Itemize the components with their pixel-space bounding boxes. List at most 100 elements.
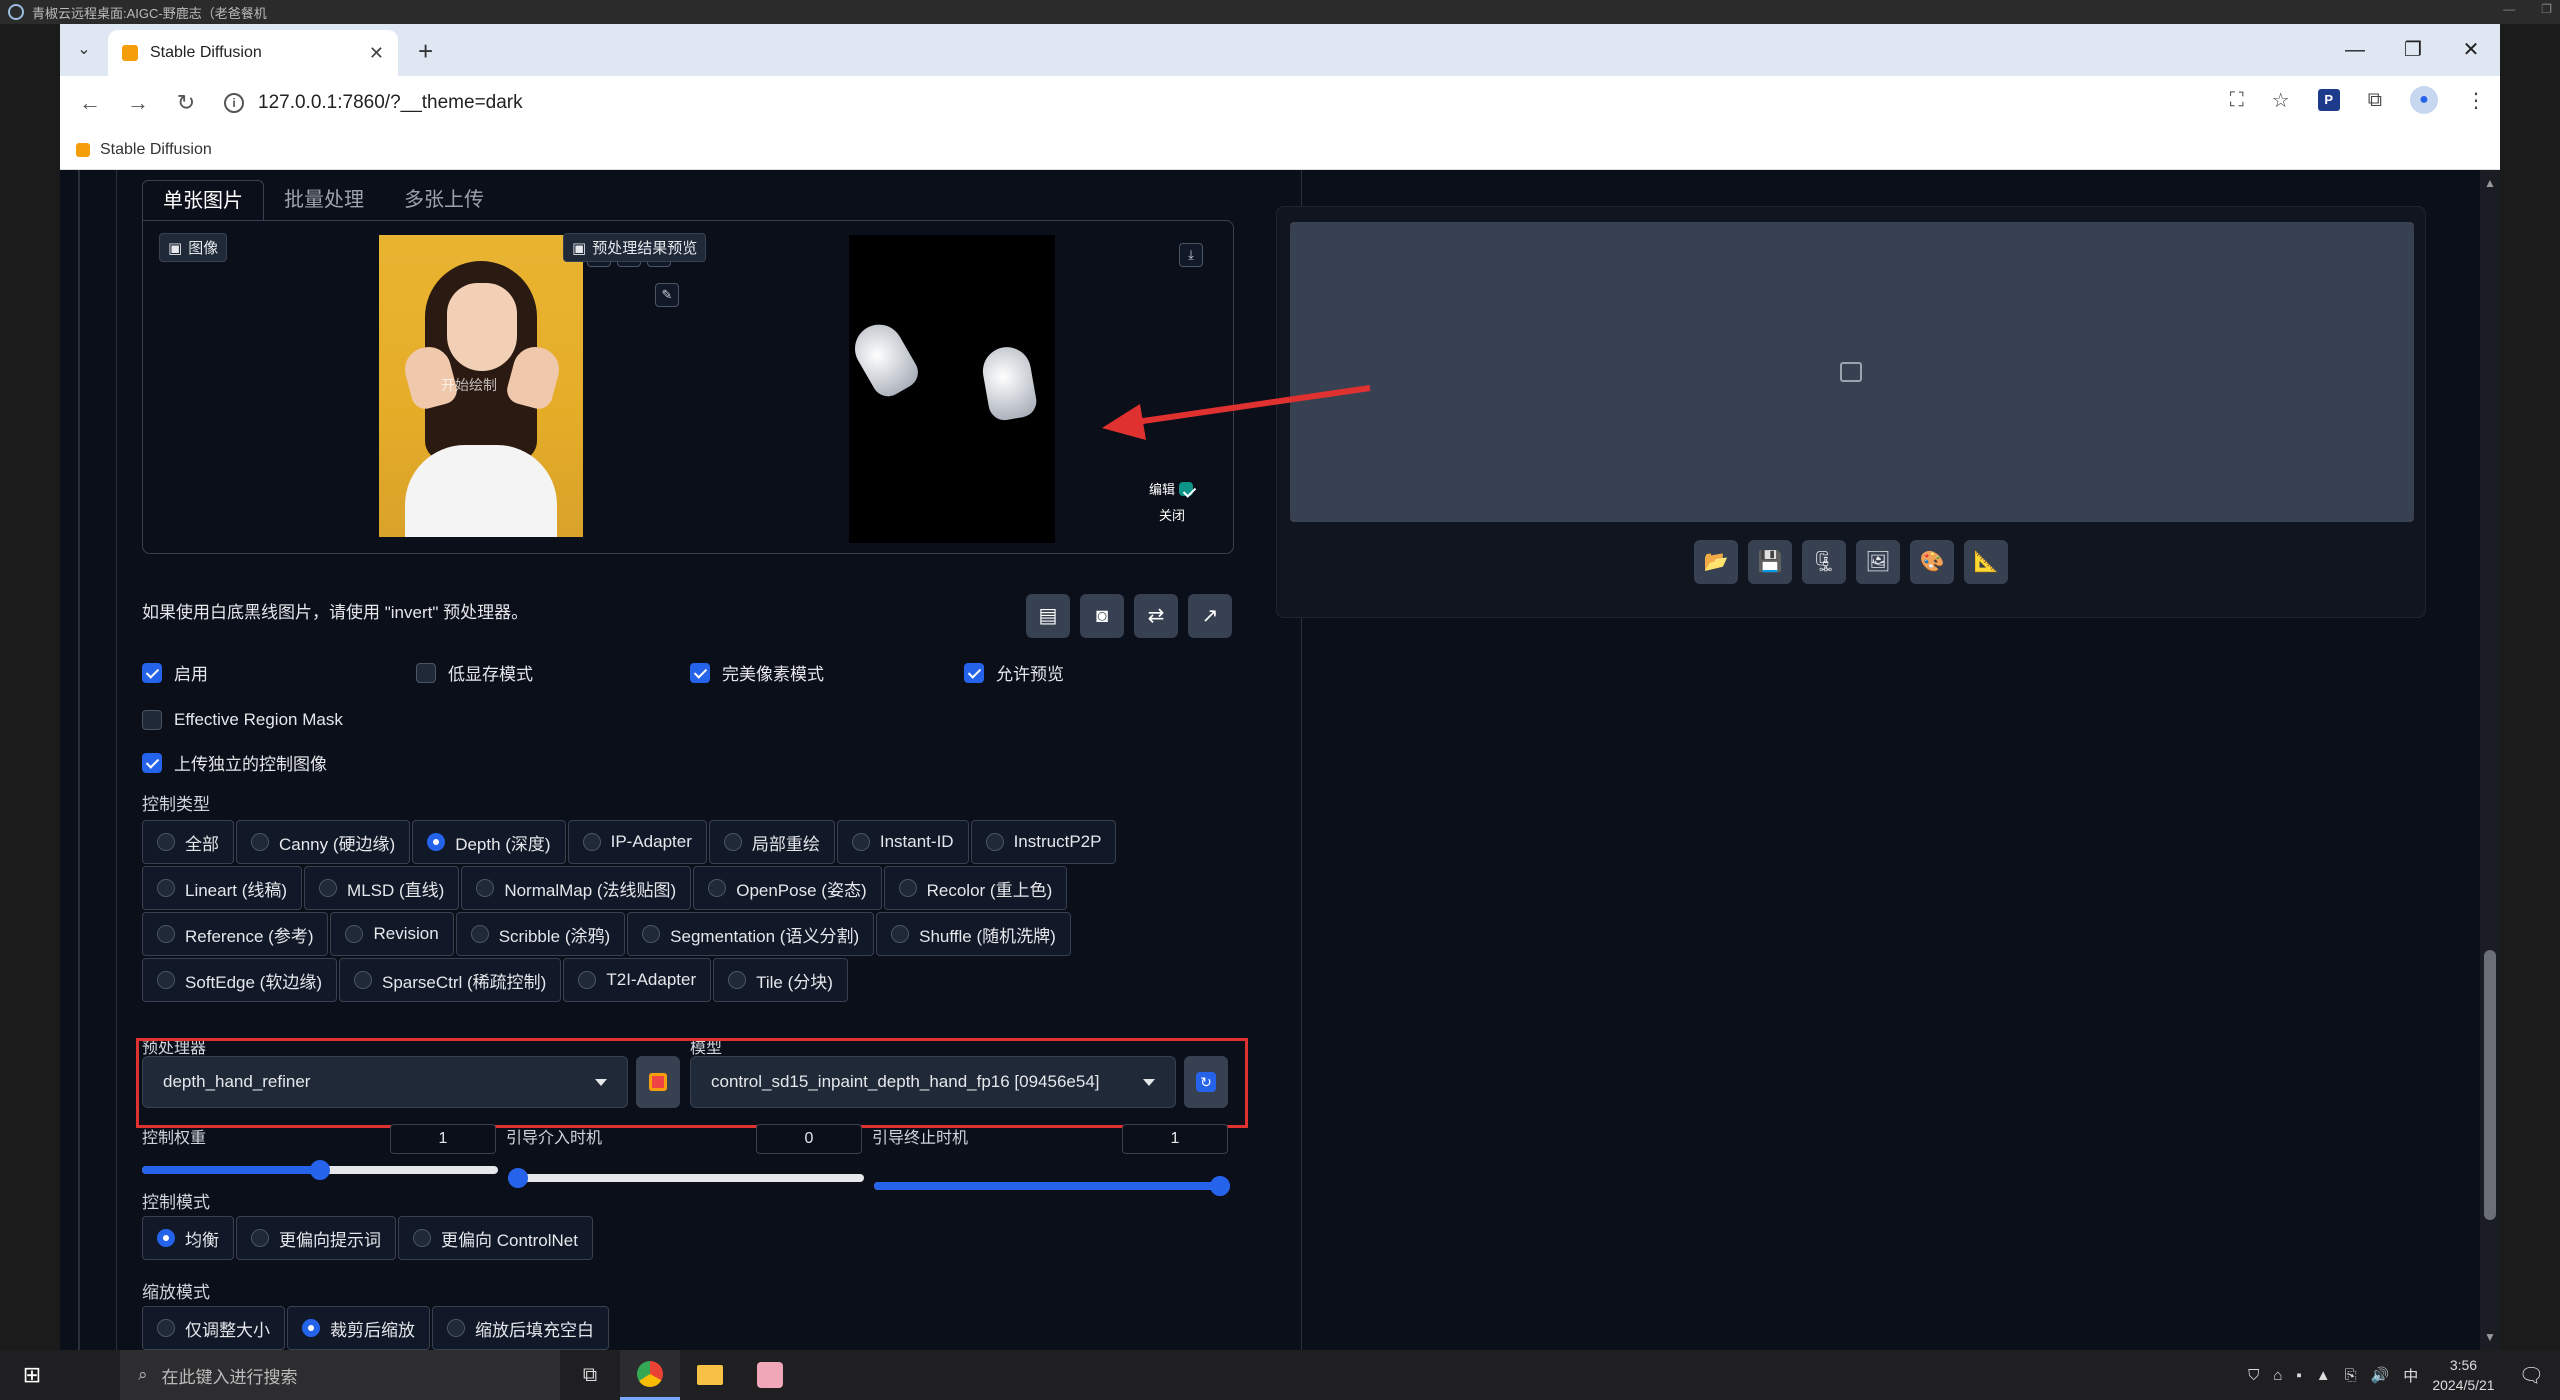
allow-preview-checkbox[interactable]: 允许预览 <box>964 660 1064 685</box>
radio-instructp2p[interactable]: InstructP2P <box>970 820 1117 864</box>
send-dimensions-button[interactable]: ↗ <box>1188 594 1232 638</box>
end-slider[interactable] <box>874 1176 1230 1196</box>
radio-just-resize[interactable]: 仅调整大小 <box>142 1306 285 1350</box>
radio-segmentation[interactable]: Segmentation (语义分割) <box>627 912 875 956</box>
scroll-down-icon[interactable]: ▼ <box>2484 1330 2496 1344</box>
clock-date: 2024/5/21 <box>2432 1377 2495 1393</box>
tab-single-image[interactable]: 单张图片 <box>142 180 264 220</box>
radio-ip-adapter[interactable]: IP-Adapter <box>567 820 707 864</box>
low-vram-checkbox[interactable]: 低显存模式 <box>416 660 533 685</box>
weight-input[interactable]: 1 <box>390 1124 496 1154</box>
close-window-button[interactable]: ✕ <box>2442 24 2500 76</box>
tab-multi-upload[interactable]: 多张上传 <box>384 180 504 220</box>
radio-openpose[interactable]: OpenPose (姿态) <box>693 866 882 910</box>
tab-search-dropdown-icon[interactable]: ⌄ <box>72 38 96 62</box>
page-scrollbar[interactable]: ▲ ▼ <box>2480 170 2500 1350</box>
weight-slider[interactable] <box>142 1160 498 1180</box>
radio-balanced[interactable]: 均衡 <box>142 1216 234 1260</box>
save-button[interactable]: 💾 <box>1748 540 1792 584</box>
zip-button[interactable]: 🗜 <box>1802 540 1846 584</box>
upload-independent-image-checkbox[interactable]: 上传独立的控制图像 <box>142 750 327 775</box>
edit-toggle[interactable]: 编辑 <box>1149 479 1194 498</box>
profile-avatar-icon[interactable]: ● <box>2410 86 2438 114</box>
radio-recolor[interactable]: Recolor (重上色) <box>883 866 1068 910</box>
radio-lineart[interactable]: Lineart (线稿) <box>142 866 303 910</box>
send-extras-button[interactable]: 📐 <box>1964 540 2008 584</box>
chrome-taskbar-icon[interactable] <box>620 1350 680 1400</box>
close-tab-icon[interactable]: ✕ <box>369 43 384 64</box>
send-img2img-button[interactable]: 🖼 <box>1856 540 1900 584</box>
end-slider-handle[interactable] <box>1210 1176 1230 1196</box>
radio-resize-fill[interactable]: 缩放后填充空白 <box>432 1306 609 1350</box>
start-slider-handle[interactable] <box>508 1168 528 1188</box>
back-icon[interactable]: ← <box>66 90 114 116</box>
brush-icon[interactable]: ✎ <box>655 283 679 307</box>
clock[interactable]: 3:56 2024/5/21 <box>2432 1355 2494 1395</box>
preprocessor-preview-image <box>849 235 1055 543</box>
radio-reference[interactable]: Reference (参考) <box>142 912 329 956</box>
radio-canny[interactable]: Canny (硬边缘) <box>236 820 411 864</box>
windows-start-icon[interactable]: ⊞ <box>0 1362 64 1388</box>
radio-inpaint[interactable]: 局部重绘 <box>708 820 835 864</box>
radio-t2i-adapter[interactable]: T2I-Adapter <box>563 958 712 1002</box>
radio-sparsectrl[interactable]: SparseCtrl (稀疏控制) <box>339 958 562 1002</box>
open-folder-button[interactable]: 📂 <box>1694 540 1738 584</box>
start-slider[interactable] <box>508 1168 864 1188</box>
effective-region-mask-checkbox[interactable]: Effective Region Mask <box>142 710 343 730</box>
network-icon[interactable]: ⎘ <box>2345 1367 2357 1384</box>
new-canvas-button[interactable]: ▤ <box>1026 594 1070 638</box>
minimize-button[interactable]: — <box>2326 24 2384 76</box>
scroll-up-icon[interactable]: ▲ <box>2484 176 2496 190</box>
input-photo[interactable]: 开始绘制 <box>379 235 583 537</box>
nvidia-icon[interactable]: ▪ <box>2296 1367 2301 1384</box>
enable-checkbox[interactable]: 启用 <box>142 660 208 685</box>
task-view-icon[interactable]: ⧉ <box>560 1350 620 1400</box>
scrollbar-thumb[interactable] <box>2484 950 2496 1220</box>
tab-batch[interactable]: 批量处理 <box>264 180 384 220</box>
reload-icon[interactable]: ↻ <box>162 90 210 116</box>
radio-softedge[interactable]: SoftEdge (软边缘) <box>142 958 337 1002</box>
bookmark-star-icon[interactable]: ☆ <box>2272 88 2290 113</box>
app-tray-icon[interactable]: ▲ <box>2316 1367 2331 1384</box>
start-input[interactable]: 0 <box>756 1124 862 1154</box>
bookmark-item[interactable]: Stable Diffusion <box>100 141 212 159</box>
send-inpaint-button[interactable]: 🎨 <box>1910 540 1954 584</box>
radio-scribble[interactable]: Scribble (涂鸦) <box>455 912 626 956</box>
extension-p-icon[interactable]: P <box>2317 89 2340 111</box>
webcam-button[interactable]: ◙ <box>1080 594 1124 638</box>
taskbar-search[interactable]: ⌕ 在此键入进行搜索 <box>120 1350 560 1400</box>
swap-button[interactable]: ⇄ <box>1134 594 1178 638</box>
pixel-perfect-checkbox[interactable]: 完美像素模式 <box>690 660 824 685</box>
restore-button[interactable]: ❐ <box>2384 24 2442 76</box>
extensions-puzzle-icon[interactable]: ⧉ <box>2368 89 2382 112</box>
radio-prompt-priority[interactable]: 更偏向提示词 <box>236 1216 396 1260</box>
volume-icon[interactable]: 🔊 <box>2371 1366 2390 1384</box>
usb-icon[interactable]: ⌂ <box>2273 1367 2282 1384</box>
radio-controlnet-priority[interactable]: 更偏向 ControlNet <box>398 1216 593 1260</box>
new-tab-button[interactable]: + <box>418 36 433 67</box>
site-info-icon[interactable]: i <box>224 93 244 113</box>
omnibox[interactable]: i 127.0.0.1:7860/?__theme=dark <box>210 84 1370 122</box>
browser-tab[interactable]: Stable Diffusion ✕ <box>108 30 398 76</box>
end-input[interactable]: 1 <box>1122 1124 1228 1154</box>
radio-revision[interactable]: Revision <box>330 912 454 956</box>
radio-crop-resize[interactable]: 裁剪后缩放 <box>287 1306 430 1350</box>
radio-tile[interactable]: Tile (分块) <box>713 958 848 1002</box>
radio-instant-id[interactable]: Instant-ID <box>836 820 969 864</box>
radio-all[interactable]: 全部 <box>142 820 234 864</box>
translate-icon[interactable]: ⛶ <box>2230 89 2244 112</box>
download-icon[interactable]: ⤓ <box>1179 243 1203 267</box>
radio-mlsd[interactable]: MLSD (直线) <box>304 866 460 910</box>
menu-kebab-icon[interactable]: ⋮ <box>2466 88 2486 113</box>
file-explorer-icon[interactable] <box>680 1350 740 1400</box>
radio-depth[interactable]: Depth (深度) <box>412 820 566 864</box>
app-taskbar-icon[interactable] <box>740 1350 800 1400</box>
close-preview-button[interactable]: 关闭 <box>1159 505 1185 524</box>
shield-icon[interactable]: ⛉ <box>2248 1367 2259 1384</box>
forward-icon[interactable]: → <box>114 90 162 116</box>
weight-slider-handle[interactable] <box>310 1160 330 1180</box>
notification-icon[interactable]: 🗨 <box>2519 1363 2544 1388</box>
radio-shuffle[interactable]: Shuffle (随机洗牌) <box>876 912 1071 956</box>
ime-indicator[interactable]: 中 <box>2403 1365 2418 1386</box>
radio-normalmap[interactable]: NormalMap (法线贴图) <box>461 866 692 910</box>
